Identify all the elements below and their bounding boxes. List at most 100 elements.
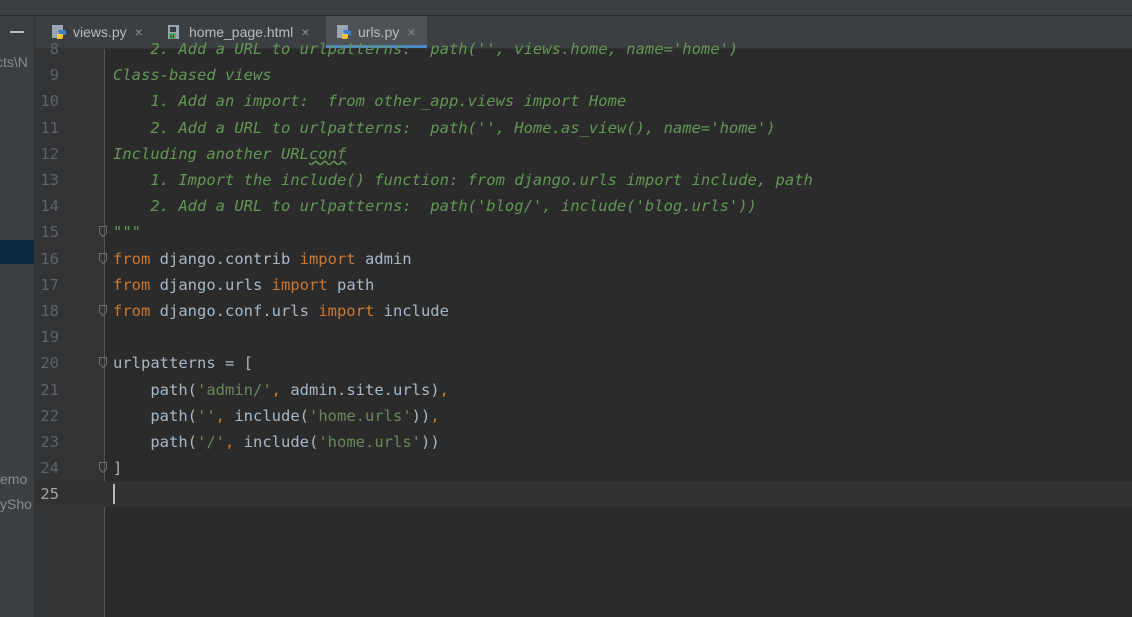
code-text: Including another URLconf bbox=[113, 141, 346, 167]
line-number: 8 bbox=[49, 40, 59, 58]
code-text: 2. Add a URL to urlpatterns: path('', vi… bbox=[113, 36, 738, 62]
code-token: 'home.urls' bbox=[318, 433, 421, 451]
code-token: django.conf.urls bbox=[150, 302, 319, 320]
code-text: urlpatterns = [ bbox=[113, 350, 253, 376]
code-token: django.contrib bbox=[150, 249, 300, 268]
code-line[interactable]: 24] bbox=[35, 455, 1132, 481]
code-token: from bbox=[113, 275, 151, 294]
code-line[interactable]: 8 2. Add a URL to urlpatterns: path('', … bbox=[35, 36, 1132, 62]
code-token: '/' bbox=[197, 433, 225, 451]
code-line[interactable]: 23 path('/', include('home.urls')) bbox=[35, 429, 1132, 455]
code-token: 2. Add a URL to urlpatterns: path('', Ho… bbox=[113, 118, 776, 137]
code-token: ] bbox=[113, 459, 123, 478]
code-text: from django.conf.urls import include bbox=[113, 298, 449, 324]
code-text: 1. Add an import: from other_app.views i… bbox=[113, 88, 626, 114]
code-token: path( bbox=[113, 380, 197, 399]
code-token: 'home.urls' bbox=[309, 406, 412, 425]
line-number: 25 bbox=[40, 485, 59, 504]
code-token: 1. Add an import: from other_app.views i… bbox=[113, 92, 627, 111]
code-text: Class-based views bbox=[113, 62, 272, 88]
code-text: from django.contrib import admin bbox=[113, 246, 412, 272]
code-text: from django.urls import path bbox=[113, 272, 374, 298]
line-number: 22 bbox=[40, 406, 59, 425]
code-token: , bbox=[215, 406, 226, 425]
sidebar-path: cts\N bbox=[0, 54, 28, 70]
code-line[interactable]: 15 """ bbox=[35, 219, 1132, 245]
code-token: admin.site.urls) bbox=[281, 380, 440, 399]
line-number: 18 bbox=[40, 302, 59, 320]
line-number: 21 bbox=[40, 380, 59, 399]
code-line[interactable]: 19 bbox=[35, 324, 1132, 350]
code-token: '' bbox=[197, 406, 216, 425]
code-token: """ bbox=[113, 223, 141, 242]
code-token: include bbox=[374, 302, 449, 320]
fold-marker-icon[interactable] bbox=[99, 305, 107, 316]
code-line[interactable]: 10 1. Add an import: from other_app.view… bbox=[35, 88, 1132, 114]
code-line[interactable]: 14 2. Add a URL to urlpatterns: path('bl… bbox=[35, 193, 1132, 219]
fold-marker-icon[interactable] bbox=[99, 252, 107, 264]
line-number: 15 bbox=[40, 223, 59, 242]
text-cursor bbox=[113, 484, 115, 505]
line-number: 9 bbox=[49, 66, 59, 85]
code-token: Class-based views bbox=[113, 66, 272, 85]
code-token: 2. Add a URL to urlpatterns: path('', vi… bbox=[113, 40, 739, 58]
code-line[interactable]: 12 Including another URLconf bbox=[35, 141, 1132, 167]
fold-marker-icon[interactable] bbox=[99, 226, 107, 238]
code-token: include( bbox=[234, 433, 319, 451]
code-token: )) bbox=[421, 433, 440, 451]
fold-marker-icon[interactable] bbox=[99, 462, 107, 474]
code-text: path('/', include('home.urls')) bbox=[113, 429, 440, 455]
fold-marker-icon[interactable] bbox=[99, 357, 107, 369]
line-number: 19 bbox=[40, 328, 59, 347]
code-token: , bbox=[225, 433, 235, 451]
line-number: 16 bbox=[40, 249, 59, 268]
sidebar-selected-item[interactable] bbox=[0, 240, 34, 264]
code-token: path( bbox=[113, 406, 197, 425]
code-text: path('admin/', admin.site.urls), bbox=[113, 377, 449, 403]
code-line[interactable]: 22 path('', include('home.urls')), bbox=[35, 403, 1132, 429]
code-line[interactable]: 13 1. Import the include() function: fro… bbox=[35, 167, 1132, 193]
code-text: 2. Add a URL to urlpatterns: path('blog/… bbox=[113, 193, 757, 219]
code-token: )) bbox=[411, 406, 431, 425]
code-line[interactable]: 17 from django.urls import path bbox=[35, 272, 1132, 298]
code-token: include( bbox=[225, 406, 310, 425]
sidebar-item[interactable]: emo bbox=[0, 471, 27, 487]
sidebar-item[interactable]: ySho bbox=[0, 496, 32, 512]
code-line[interactable]: 11 2. Add a URL to urlpatterns: path('',… bbox=[35, 115, 1132, 141]
code-token: 1. Import the include() function: from d… bbox=[113, 171, 813, 189]
code-line[interactable]: 18 from django.conf.urls import include bbox=[35, 298, 1132, 324]
code-text: """ bbox=[113, 219, 141, 245]
code-text: 2. Add a URL to urlpatterns: path('', Ho… bbox=[113, 115, 776, 141]
code-token: path bbox=[327, 275, 375, 294]
code-editor[interactable]: 8 2. Add a URL to urlpatterns: path('', … bbox=[35, 40, 1132, 617]
code-token: import bbox=[271, 275, 328, 294]
code-token: from bbox=[113, 249, 151, 268]
line-number: 12 bbox=[40, 144, 59, 163]
code-token: , bbox=[430, 406, 440, 425]
code-text: ] bbox=[113, 455, 122, 481]
line-number: 20 bbox=[40, 354, 59, 373]
code-token: import bbox=[318, 302, 375, 320]
code-token: urlpatterns = [ bbox=[113, 354, 253, 373]
line-number: 17 bbox=[40, 275, 59, 294]
code-line[interactable]: 16 from django.contrib import admin bbox=[35, 246, 1132, 272]
code-line[interactable]: 21 path('admin/', admin.site.urls), bbox=[35, 377, 1132, 403]
code-line[interactable]: 20 urlpatterns = [ bbox=[35, 350, 1132, 376]
project-sidebar: cts\N emo ySho bbox=[0, 16, 35, 617]
code-token: , bbox=[271, 380, 281, 399]
code-token: path( bbox=[113, 433, 197, 451]
code-text: 1. Import the include() function: from d… bbox=[113, 167, 813, 193]
code-line[interactable]: 25 bbox=[35, 481, 1132, 508]
code-token: import bbox=[299, 249, 356, 268]
code-token: admin bbox=[355, 249, 412, 268]
code-token: , bbox=[439, 380, 449, 399]
code-text: path('', include('home.urls')), bbox=[113, 403, 440, 429]
code-line[interactable]: 9 Class-based views bbox=[35, 62, 1132, 88]
code-token: django.urls bbox=[150, 275, 272, 294]
code-token: from bbox=[113, 302, 151, 320]
line-number: 13 bbox=[40, 171, 59, 189]
code-token: Including another URL bbox=[113, 144, 309, 163]
code-token: conf bbox=[308, 144, 347, 163]
collapse-icon[interactable] bbox=[10, 31, 24, 33]
line-number: 14 bbox=[40, 197, 59, 216]
